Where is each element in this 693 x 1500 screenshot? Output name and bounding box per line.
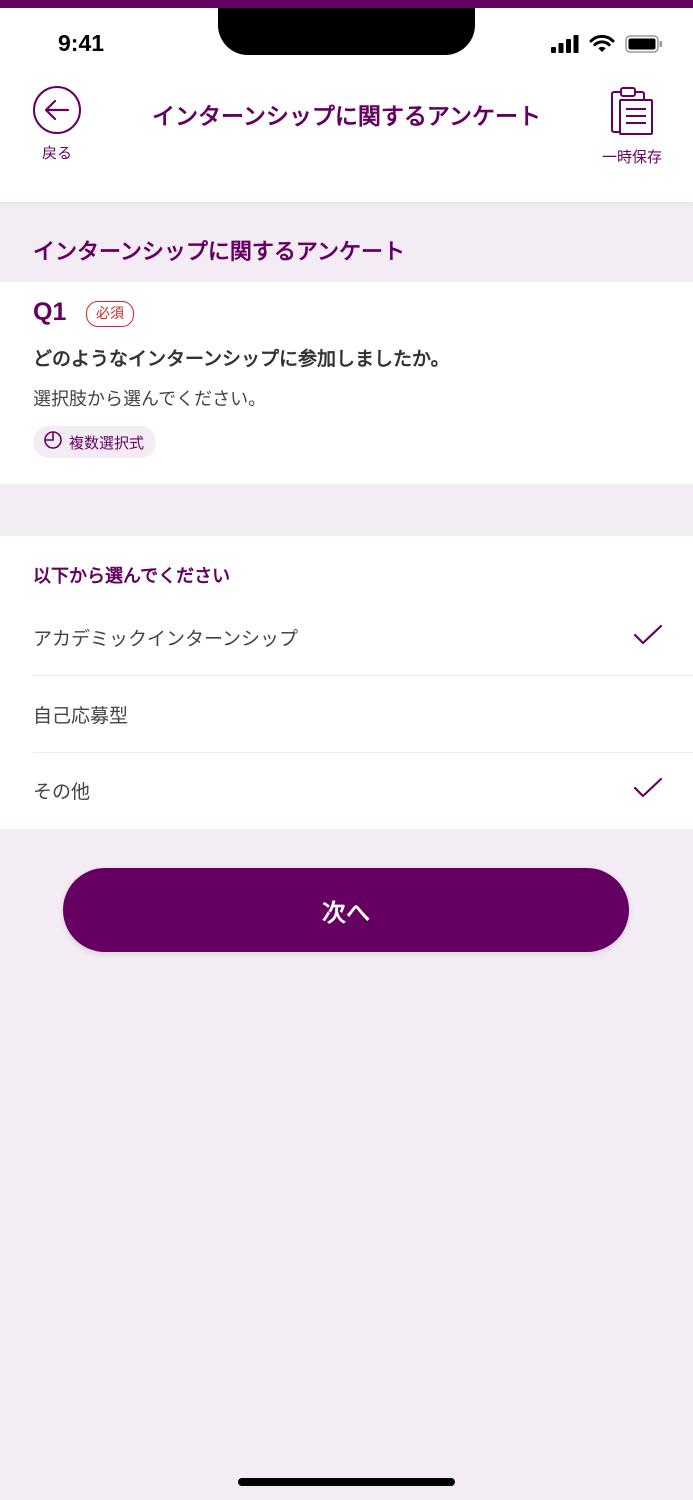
status-time: 9:41 [58, 30, 105, 56]
options-card: 以下から選んでください アカデミックインターンシップ 自己応募型 その他 [0, 536, 693, 829]
camera-notch [218, 8, 475, 55]
question-instruction: 選択肢から選んでください。 [33, 389, 267, 410]
checkmark-icon [633, 623, 663, 651]
option-item[interactable]: その他 [33, 752, 693, 828]
status-icons [551, 34, 663, 57]
option-label: その他 [33, 781, 91, 803]
options-heading: 以下から選んでください [33, 566, 231, 587]
question-type-label: 複数選択式 [69, 433, 145, 452]
save-draft-label: 一時保存 [601, 148, 662, 166]
option-label: 自己応募型 [33, 705, 129, 727]
option-item[interactable]: 自己応募型 [33, 676, 693, 753]
app-header: 戻る インターンシップに関するアンケート 一時保存 [0, 66, 693, 202]
next-button[interactable]: 次へ [63, 868, 629, 952]
question-card: Q1 必須 どのようなインターンシップに参加しましたか。 選択肢から選んでくださ… [0, 282, 693, 484]
option-label: アカデミックインターンシップ [33, 628, 299, 650]
section-header: インターンシップに関するアンケート [0, 218, 693, 282]
option-item[interactable]: アカデミックインターンシップ [33, 599, 693, 676]
status-bar: 9:41 [0, 8, 693, 66]
battery-icon [625, 34, 663, 57]
save-draft-button[interactable]: 一時保存 [595, 86, 669, 167]
question-text: どのようなインターンシップに参加しましたか。 [33, 348, 450, 370]
page-title: インターンシップに関するアンケート [152, 104, 541, 130]
required-badge: 必須 [86, 301, 134, 327]
back-label: 戻る [41, 144, 72, 162]
top-accent-bar [0, 0, 693, 8]
wifi-icon [589, 34, 615, 57]
back-arrow-icon [33, 86, 81, 134]
question-number: Q1 [33, 298, 67, 326]
checkmark-icon [633, 776, 663, 804]
cellular-signal-icon [551, 34, 579, 57]
section-title: インターンシップに関するアンケート [33, 240, 406, 265]
clipboard-icon [609, 87, 655, 140]
back-button[interactable]: 戻る [28, 86, 86, 163]
pie-chart-icon [43, 430, 63, 454]
question-type-chip: 複数選択式 [33, 426, 157, 458]
home-indicator [238, 1478, 455, 1486]
